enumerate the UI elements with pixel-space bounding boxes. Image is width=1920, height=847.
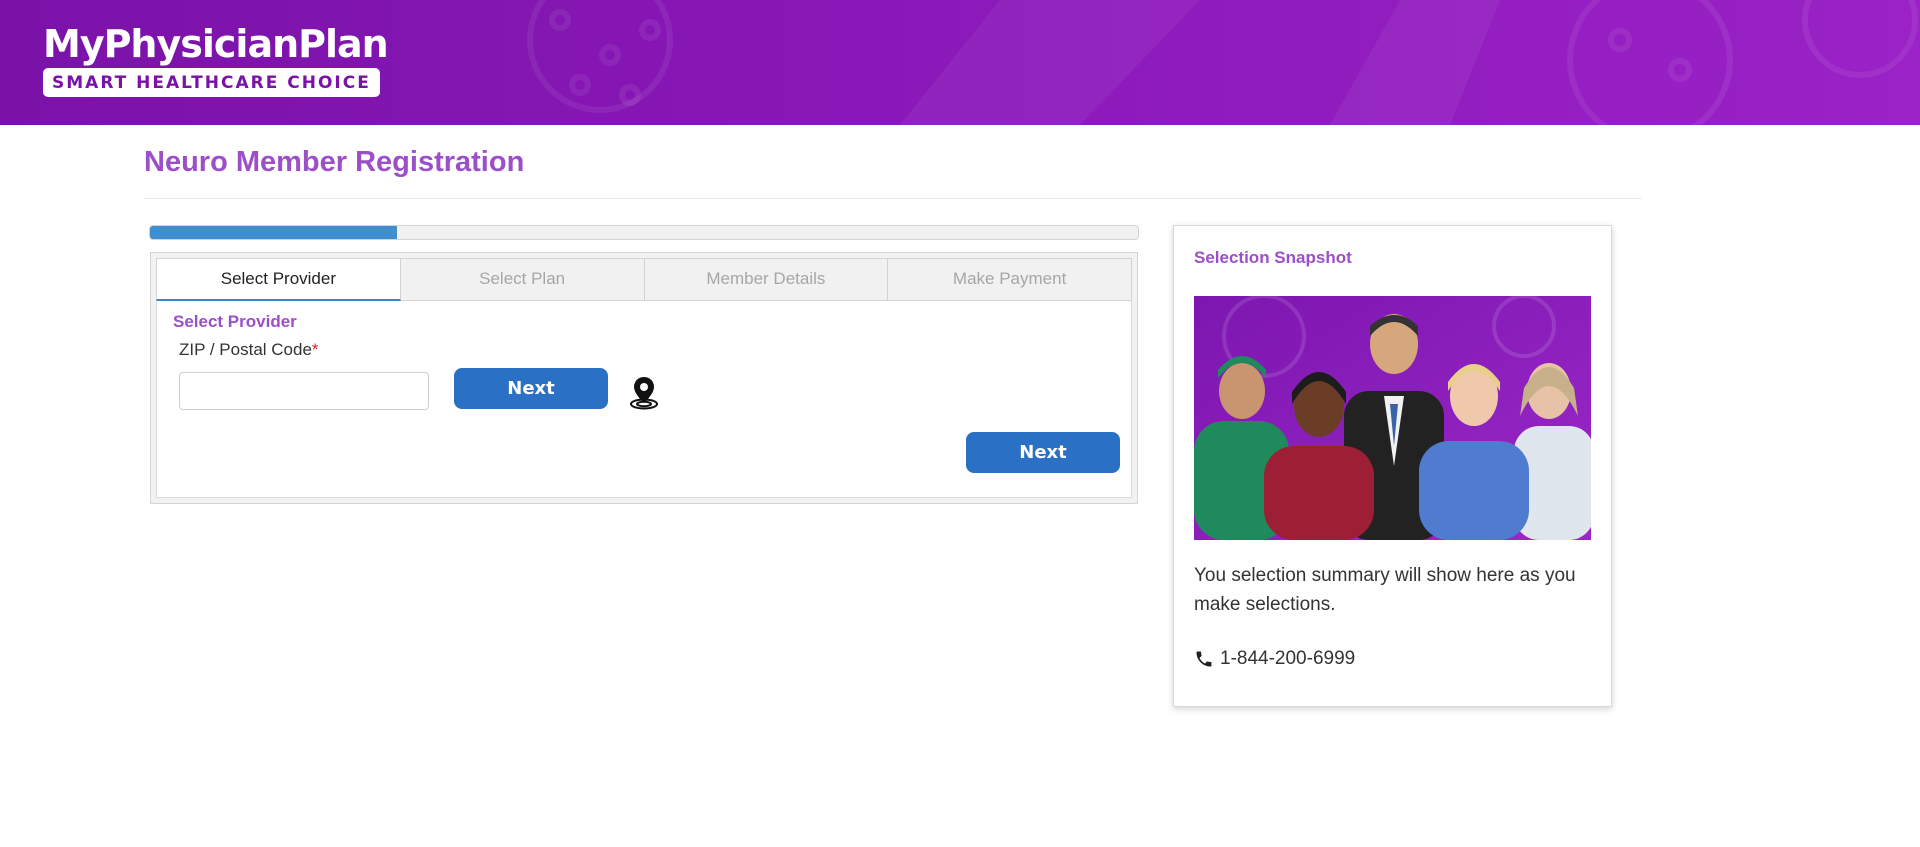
tab-make-payment[interactable]: Make Payment [888,258,1132,301]
snapshot-title: Selection Snapshot [1194,248,1352,267]
phone-number: 1-844-200-6999 [1220,648,1356,669]
logo[interactable]: MyPhysicianPlan SMART HEALTHCARE CHOICE [43,22,389,97]
tab-select-plan[interactable]: Select Plan [400,258,645,301]
title-divider [144,198,1642,199]
zip-input[interactable] [179,372,429,410]
registration-wizard: Select Provider Select Plan Member Detai… [150,252,1138,504]
progress-fill [150,226,397,239]
selection-snapshot-card: Selection Snapshot You selection summary… [1173,225,1612,707]
zip-label-text: ZIP / Postal Code [179,340,312,359]
section-heading: Select Provider [173,312,297,331]
phone-icon [1196,651,1212,667]
tab-member-details[interactable]: Member Details [644,258,889,301]
zip-next-button[interactable]: Next [454,368,608,409]
page-title: Neuro Member Registration [144,146,525,178]
site-header: MyPhysicianPlan SMART HEALTHCARE CHOICE [0,0,1920,125]
logo-title: MyPhysicianPlan [43,22,389,66]
required-marker: * [311,340,319,359]
zip-field-label: ZIP / Postal Code* [179,340,319,360]
next-button[interactable]: Next [966,432,1120,473]
logo-tagline: SMART HEALTHCARE CHOICE [43,68,380,97]
wizard-tabs: Select Provider Select Plan Member Detai… [156,258,1132,301]
registration-progress-bar [149,225,1139,240]
map-pin-location-icon[interactable] [628,375,660,411]
wizard-panel: Select Provider Select Plan Member Detai… [156,258,1132,498]
tab-select-provider[interactable]: Select Provider [156,258,401,301]
healthcare-team-image [1194,296,1591,540]
phone-contact[interactable]: 1-844-200-6999 [1194,648,1355,670]
snapshot-summary: You selection summary will show here as … [1194,565,1576,615]
